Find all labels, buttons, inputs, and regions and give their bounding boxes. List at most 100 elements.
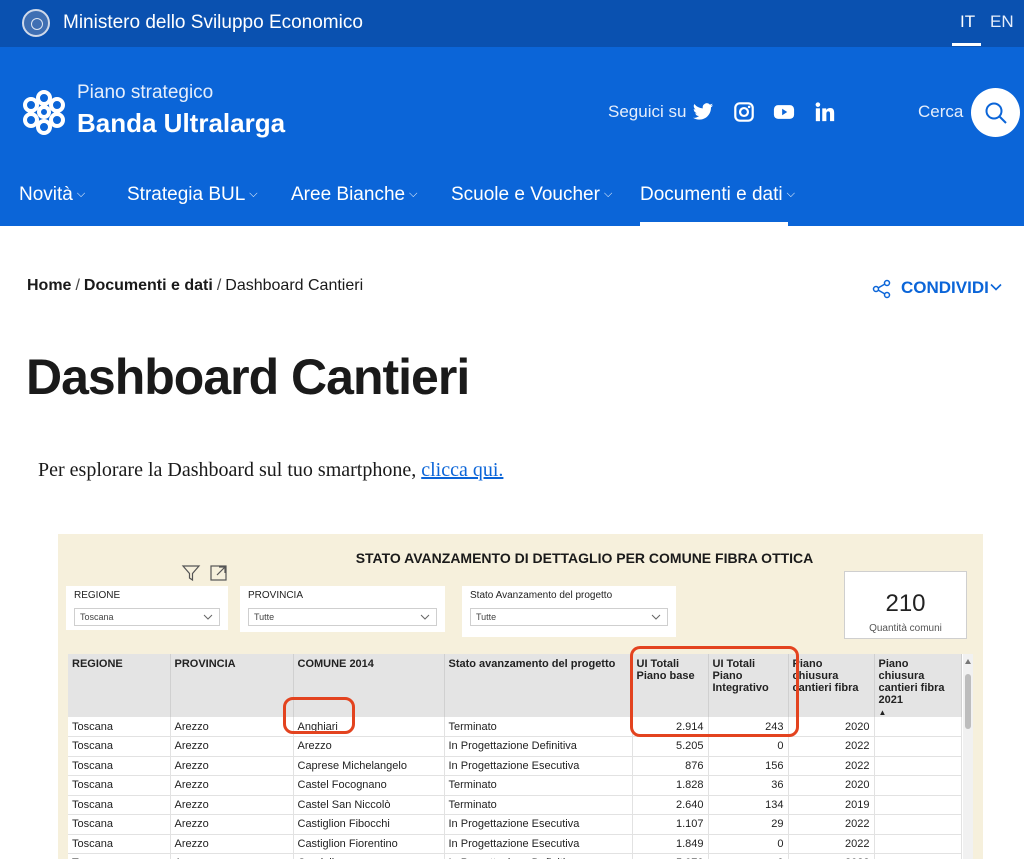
table-cell: 5.070 — [632, 853, 709, 859]
table-cell: 1.828 — [632, 775, 709, 796]
table-cell: Toscana — [68, 795, 171, 815]
table-cell: Castel San Niccolò — [293, 795, 445, 815]
table-cell: Toscana — [68, 853, 171, 859]
region-slicer-label: REGIONE — [74, 590, 121, 601]
chevron-down-icon: ⌵ — [603, 188, 613, 200]
region-dropdown[interactable]: Toscana — [74, 608, 220, 626]
table-cell: Toscana — [68, 775, 171, 796]
status-slicer[interactable]: Stato Avanzamento del progetto Tutte — [462, 586, 676, 637]
table-cell: Toscana — [68, 814, 171, 835]
table-cell: 2020 — [788, 775, 875, 796]
follow-label: Seguici su — [608, 102, 687, 121]
table-cell: Caprese Michelangelo — [293, 756, 445, 776]
province-dropdown[interactable]: Tutte — [248, 608, 437, 626]
col-header-stato[interactable]: Stato avanzamento del progetto — [444, 654, 633, 717]
republic-emblem-icon — [22, 9, 50, 37]
table-cell: 29 — [708, 814, 789, 835]
table-row[interactable]: ToscanaArezzoCavrigliaIn Progettazione D… — [68, 853, 962, 859]
ministry-link[interactable]: Ministero dello Sviluppo Economico — [63, 12, 363, 34]
table-cell: 1.849 — [632, 834, 709, 854]
share-label: CONDIVIDI — [901, 278, 989, 297]
table-row[interactable]: Toscana Arezzo Castiglion Fibocchi In Proge… — [68, 814, 962, 835]
dashboard-embed[interactable]: STATO AVANZAMENTO DI DETTAGLIO PER COMUN… — [58, 534, 983, 859]
nav-item-documenti[interactable]: Documenti e dati ⌵ — [640, 184, 795, 206]
table-cell — [874, 775, 962, 796]
table-scrollbar[interactable] — [963, 654, 973, 859]
nav-item-aree-bianche[interactable]: Aree Bianche ⌵ — [291, 184, 417, 206]
breadcrumb: Home / Documenti e dati / Dashboard Cantieri — [27, 277, 364, 294]
filter-icon[interactable] — [181, 564, 201, 582]
table-cell: 2022 — [788, 834, 875, 854]
table-cell: 134 — [708, 795, 789, 815]
instagram-icon[interactable] — [733, 101, 755, 123]
breadcrumb-section[interactable]: Documenti e dati — [84, 277, 213, 294]
youtube-icon[interactable] — [773, 101, 795, 123]
col-header-chiusura-2021[interactable]: Piano chiusura cantieri fibra 2021 ▲ — [874, 654, 962, 717]
site-header: Piano strategico Banda Ultralarga Seguic… — [0, 47, 1024, 226]
col-header-regione[interactable]: REGIONE — [68, 654, 171, 717]
table-cell: Toscana — [68, 756, 171, 776]
table-cell — [874, 736, 962, 757]
table-cell: Arezzo — [293, 736, 445, 757]
mobile-dashboard-link[interactable]: clicca qui. — [421, 459, 503, 481]
table-cell: In Progettazione Esecutiva — [444, 756, 633, 776]
col-header-chiusura[interactable]: Piano chiusura cantieri fibra — [788, 654, 875, 717]
chevron-down-icon — [990, 283, 1002, 291]
nav-item-strategia[interactable]: Strategia BUL ⌵ — [127, 184, 258, 206]
sort-asc-icon: ▲ — [878, 708, 887, 717]
table-cell: 876 — [632, 756, 709, 776]
table-cell: Terminato — [444, 795, 633, 815]
scroll-up-icon[interactable] — [965, 659, 971, 664]
status-slicer-label: Stato Avanzamento del progetto — [470, 590, 613, 601]
table-row[interactable]: Toscana Arezzo Castel Focognano Terminato 1.… — [68, 775, 962, 796]
table-cell: 0 — [708, 834, 789, 854]
table-cell: 2022 — [788, 736, 875, 757]
bul-logo-icon[interactable] — [20, 89, 68, 135]
table-row[interactable]: Toscana Arezzo Caprese Michelangelo In Prog… — [68, 756, 962, 776]
active-lang-indicator — [952, 43, 981, 46]
table-cell: In Progettazione Esecutiva — [444, 834, 633, 854]
chevron-down-icon: ⌵ — [249, 188, 258, 200]
chevron-down-icon: ⌵ — [409, 188, 418, 200]
table-row[interactable]: Toscana Arezzo Arezzo In Progettazione Defi… — [68, 736, 962, 757]
table-cell: 2022 — [788, 814, 875, 835]
table-cell: 2019 — [788, 795, 875, 815]
logo-title[interactable]: Banda Ultralarga — [77, 108, 285, 139]
ministry-bar: Ministero dello Sviluppo Economico IT EN — [0, 0, 1024, 47]
comuni-count-caption: Quantità comuni — [869, 623, 942, 634]
focus-mode-icon[interactable] — [209, 564, 229, 582]
search-button[interactable] — [971, 88, 1020, 137]
linkedin-icon[interactable] — [814, 101, 836, 123]
table-cell: 2022 — [788, 853, 875, 859]
highlight-ui-annotation — [630, 646, 799, 737]
table-row[interactable]: Toscana Arezzo Castiglion Fiorentino In Pro… — [68, 834, 962, 854]
status-dropdown[interactable]: Tutte — [470, 608, 668, 626]
scrollbar-thumb[interactable] — [965, 674, 971, 729]
chevron-down-icon — [420, 614, 430, 620]
lang-en-link[interactable]: EN — [990, 12, 1014, 32]
table-row[interactable]: Toscana Arezzo Anghiari Terminato 2.914 243 20… — [68, 717, 962, 737]
nav-item-novita[interactable]: Novità ⌵ — [19, 184, 85, 206]
breadcrumb-home[interactable]: Home — [27, 277, 71, 294]
table-cell: 36 — [708, 775, 789, 796]
col-header-provincia[interactable]: PROVINCIA — [170, 654, 294, 717]
lang-it-link[interactable]: IT — [960, 12, 975, 32]
province-slicer[interactable]: PROVINCIA Tutte — [240, 586, 445, 632]
region-slicer[interactable]: REGIONE Toscana — [66, 586, 228, 630]
table-cell — [874, 814, 962, 835]
table-row[interactable]: Toscana Arezzo Castel San Niccolò Terminato… — [68, 795, 962, 815]
detail-table-grid: REGIONE PROVINCIA COMUNE 2014 Stato avan… — [68, 654, 962, 859]
twitter-icon[interactable] — [692, 101, 714, 123]
table-cell: Castiglion Fiorentino — [293, 834, 445, 854]
comuni-count-card: 210 Quantità comuni — [844, 571, 967, 639]
table-cell: Toscana — [68, 736, 171, 757]
table-cell: 5.205 — [632, 736, 709, 757]
table-cell — [874, 756, 962, 776]
share-icon — [872, 279, 891, 299]
table-cell: Arezzo — [170, 756, 294, 776]
table-cell: Arezzo — [170, 795, 294, 815]
table-cell: 1.107 — [632, 814, 709, 835]
table-cell: Arezzo — [170, 775, 294, 796]
nav-item-scuole-voucher[interactable]: Scuole e Voucher ⌵ — [451, 184, 612, 206]
detail-table[interactable]: REGIONE PROVINCIA COMUNE 2014 Stato avan… — [68, 654, 973, 859]
